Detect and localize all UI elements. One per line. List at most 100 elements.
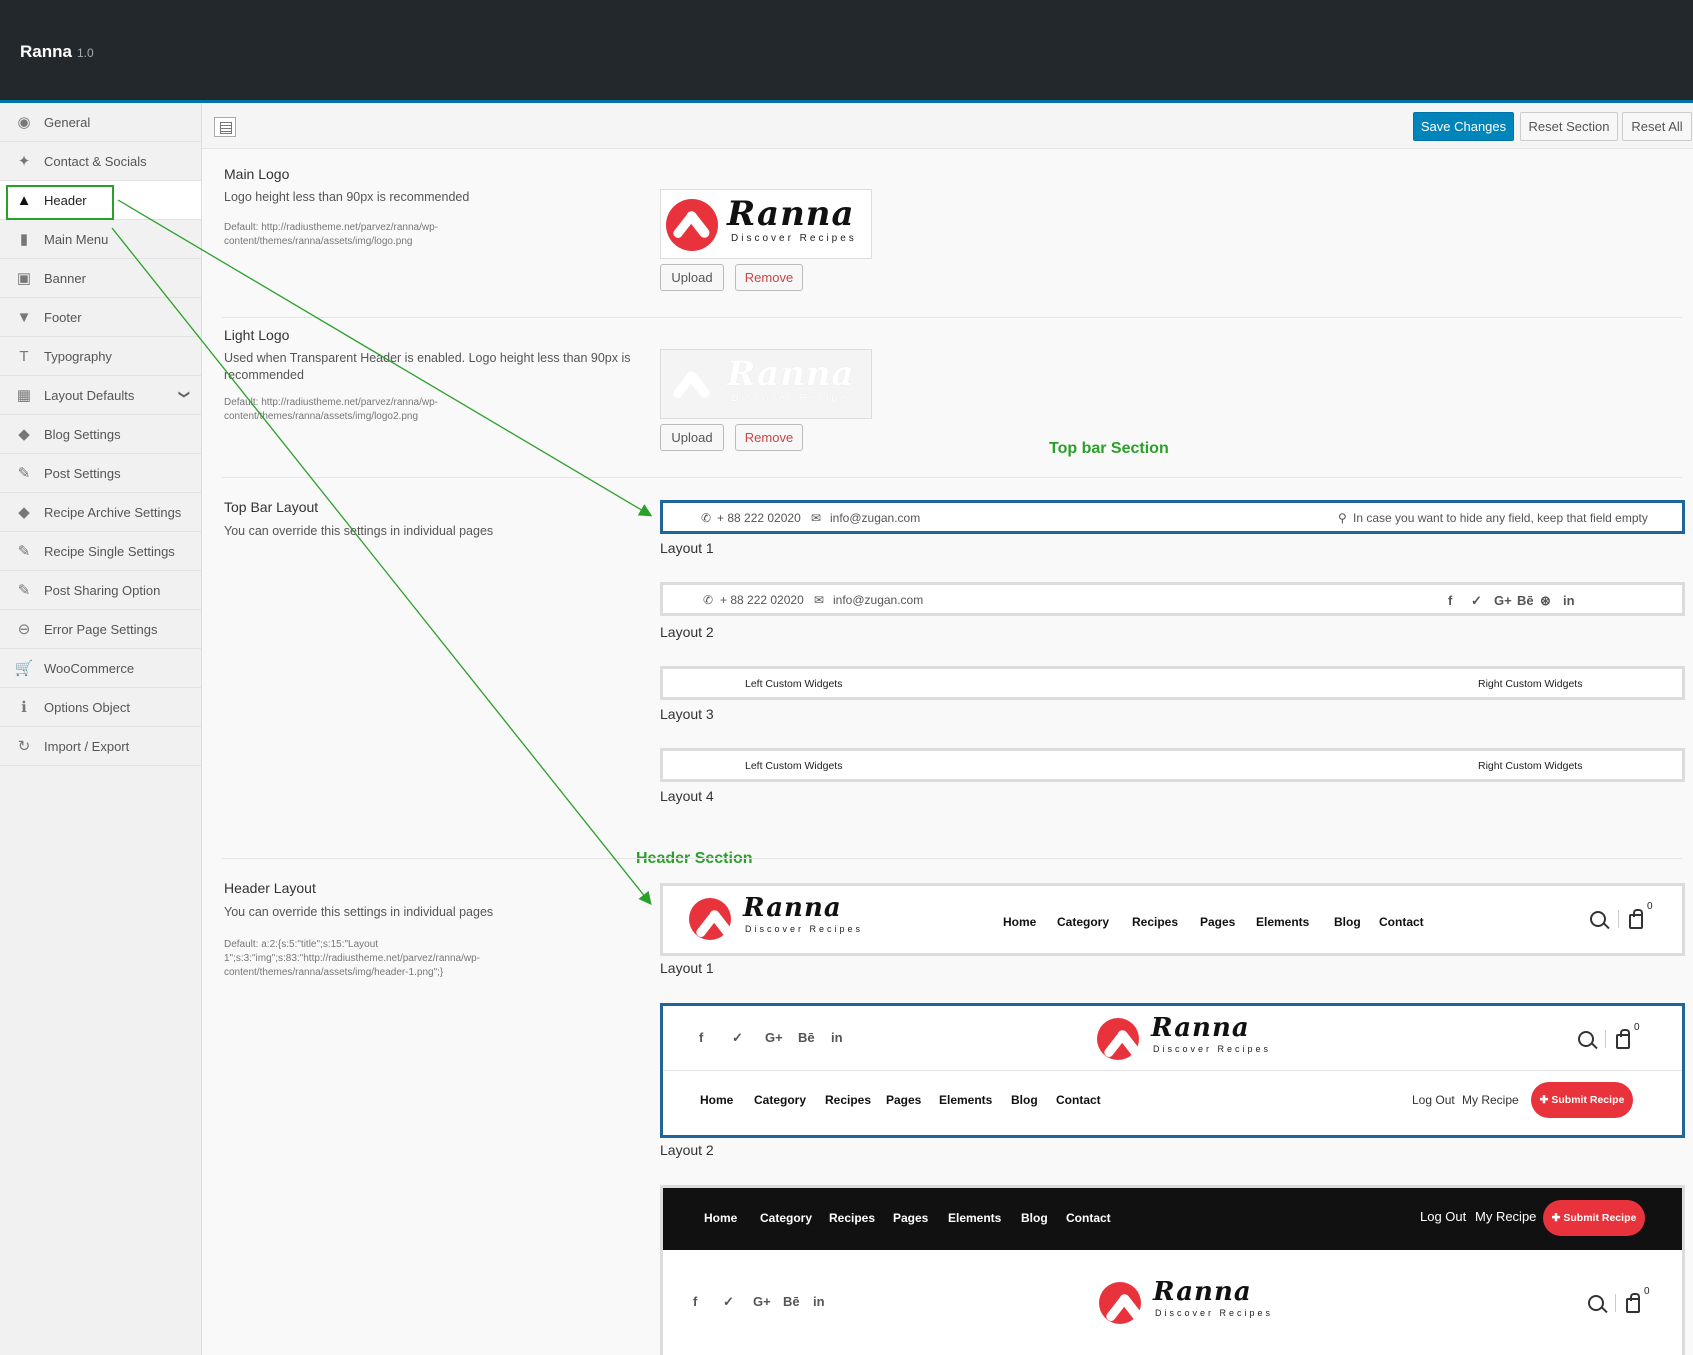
logo-mark-icon — [1097, 1018, 1139, 1060]
reset-all-button[interactable]: Reset All — [1622, 112, 1692, 141]
nav-item-home[interactable]: Home — [1003, 915, 1036, 929]
nav-item-home[interactable]: Home — [700, 1093, 733, 1107]
social-icon[interactable]: Bē — [783, 1294, 800, 1309]
save-changes-button[interactable]: Save Changes — [1413, 112, 1514, 141]
submit-recipe-button[interactable]: ✚ Submit Recipe — [1531, 1082, 1633, 1118]
nav-item-pages[interactable]: Pages — [893, 1211, 928, 1225]
sidebar-item-woocommerce[interactable]: 🛒 WooCommerce — [0, 649, 201, 688]
social-icon[interactable]: ✓ — [732, 1030, 743, 1046]
phone-icon: ✆ — [703, 593, 714, 607]
header-layout-1-option[interactable]: Ranna Discover Recipes Home Category Recip… — [660, 883, 1685, 956]
app-title: Ranna — [20, 42, 72, 61]
nav-item-recipes[interactable]: Recipes — [829, 1211, 875, 1225]
search-icon[interactable] — [1590, 911, 1606, 927]
sidebar-item-options-object[interactable]: ℹ Options Object — [0, 688, 201, 727]
nav-item-blog[interactable]: Blog — [1011, 1093, 1038, 1107]
sidebar-item-post-settings[interactable]: ✎ Post Settings — [0, 454, 201, 493]
social-icon[interactable]: Bē — [798, 1030, 815, 1045]
sidebar-item-contact-socials[interactable]: ✦ Contact & Socials — [0, 142, 201, 181]
sidebar-item-label: Post Settings — [44, 465, 121, 481]
top-bar-layout-1-option[interactable]: ✆ + 88 222 02020 ✉ info@zugan.com ⚲ In c… — [660, 500, 1685, 534]
sidebar-item-import-export[interactable]: ↻ Import / Export — [0, 727, 201, 766]
sidebar-item-recipe-single-settings[interactable]: ✎ Recipe Single Settings — [0, 532, 201, 571]
social-icon[interactable]: ⊛ — [1540, 593, 1551, 609]
main-logo-remove-button[interactable]: Remove — [735, 264, 803, 291]
cart-icon: 🛒 — [14, 660, 34, 677]
chevron-down-icon[interactable]: ❯ — [178, 390, 191, 399]
search-icon[interactable] — [1578, 1031, 1594, 1047]
nav-item-pages[interactable]: Pages — [886, 1093, 921, 1107]
submit-recipe-button[interactable]: ✚ Submit Recipe — [1543, 1200, 1645, 1236]
nav-item-elements[interactable]: Elements — [939, 1093, 992, 1107]
nav-item-category[interactable]: Category — [1057, 915, 1109, 929]
cart-icon[interactable] — [1629, 909, 1643, 929]
social-icon[interactable]: in — [831, 1030, 843, 1045]
minus-circle-icon: ⊖ — [17, 621, 31, 638]
social-icon[interactable]: f — [699, 1030, 703, 1045]
sidebar-item-recipe-archive-settings[interactable]: ◆ Recipe Archive Settings — [0, 493, 201, 532]
top-bar-layout-2-option[interactable]: ✆ + 88 222 02020 ✉ info@zugan.com f ✓ G+ Bē… — [660, 582, 1685, 616]
logo-tagline: Discover Recipes — [745, 924, 864, 934]
nav-item-contact[interactable]: Contact — [1066, 1211, 1111, 1225]
social-icon[interactable]: G+ — [765, 1030, 783, 1045]
top-bar-layout-4-label: Layout 4 — [660, 788, 714, 804]
logo-word: Ranna — [727, 194, 855, 234]
top-bar-layout-desc: You can override this settings in indivi… — [224, 524, 494, 538]
cart-icon[interactable] — [1616, 1029, 1630, 1049]
nav-item-pages[interactable]: Pages — [1200, 915, 1235, 929]
social-icon[interactable]: f — [693, 1294, 697, 1309]
expand-options-icon[interactable] — [214, 117, 236, 137]
social-icon[interactable]: in — [813, 1294, 825, 1309]
social-icon[interactable]: G+ — [1494, 593, 1512, 608]
social-icon[interactable]: in — [1563, 593, 1575, 608]
nav-item-recipes[interactable]: Recipes — [1132, 915, 1178, 929]
sidebar-item-label: Layout Defaults — [44, 387, 135, 403]
my-recipe-link[interactable]: My Recipe — [1475, 1209, 1536, 1224]
top-bar-layout-3-label: Layout 3 — [660, 706, 714, 722]
my-recipe-link[interactable]: My Recipe — [1462, 1093, 1519, 1107]
nav-item-category[interactable]: Category — [760, 1211, 812, 1225]
social-icon[interactable]: f — [1448, 593, 1452, 608]
social-icon[interactable]: G+ — [753, 1294, 771, 1309]
social-icon[interactable]: ✓ — [1471, 593, 1482, 609]
nav-item-category[interactable]: Category — [754, 1093, 806, 1107]
header-layout-2-option[interactable]: f ✓ G+ Bē in Ranna Discover Recipes 0 Home Ca… — [660, 1003, 1685, 1138]
sidebar-item-post-sharing-option[interactable]: ✎ Post Sharing Option — [0, 571, 201, 610]
nav-item-contact[interactable]: Contact — [1056, 1093, 1101, 1107]
light-logo-upload-button[interactable]: Upload — [660, 424, 724, 451]
main-logo-upload-button[interactable]: Upload — [660, 264, 724, 291]
sidebar-item-footer[interactable]: ▼ Footer — [0, 298, 201, 337]
divider — [222, 477, 1682, 478]
nav-item-blog[interactable]: Blog — [1021, 1211, 1048, 1225]
log-out-link[interactable]: Log Out — [1412, 1093, 1455, 1107]
main-logo-default: Default: http://radiustheme.net/parvez/r… — [224, 222, 439, 247]
sidebar-item-layout-defaults[interactable]: ▦ Layout Defaults ❯ — [0, 376, 201, 415]
cart-icon[interactable] — [1626, 1293, 1640, 1313]
sidebar-item-error-page-settings[interactable]: ⊖ Error Page Settings — [0, 610, 201, 649]
social-icon[interactable]: Bē — [1517, 593, 1534, 608]
nav-item-elements[interactable]: Elements — [948, 1211, 1001, 1225]
divider — [222, 317, 1682, 318]
search-icon[interactable] — [1588, 1295, 1604, 1311]
top-bar-layout-4-option[interactable]: Left Custom Widgets Right Custom Widgets — [660, 748, 1685, 782]
nav-item-home[interactable]: Home — [704, 1211, 737, 1225]
nav-item-blog[interactable]: Blog — [1334, 915, 1361, 929]
nav-item-elements[interactable]: Elements — [1256, 915, 1309, 929]
sidebar-item-typography[interactable]: T Typography — [0, 337, 201, 376]
top-bar-layout-3-option[interactable]: Left Custom Widgets Right Custom Widgets — [660, 666, 1685, 700]
image-icon: ▣ — [16, 270, 32, 287]
sidebar-item-main-menu[interactable]: ▮ Main Menu — [0, 220, 201, 259]
nav-item-recipes[interactable]: Recipes — [825, 1093, 871, 1107]
sidebar-item-blog-settings[interactable]: ◆ Blog Settings — [0, 415, 201, 454]
header-layout-3-option[interactable]: Home Category Recipes Pages Elements Blog Cont… — [660, 1185, 1685, 1355]
log-out-link[interactable]: Log Out — [1420, 1209, 1466, 1224]
sidebar-item-label: Blog Settings — [44, 426, 121, 442]
reset-section-button[interactable]: Reset Section — [1520, 112, 1618, 141]
sidebar-item-banner[interactable]: ▣ Banner — [0, 259, 201, 298]
social-icon[interactable]: ✓ — [723, 1294, 734, 1310]
nav-item-contact[interactable]: Contact — [1379, 915, 1424, 929]
right-widgets-label: Right Custom Widgets — [1478, 678, 1583, 690]
edit-icon: ✎ — [17, 465, 31, 482]
sidebar-item-general[interactable]: ◉ General — [0, 103, 201, 142]
light-logo-remove-button[interactable]: Remove — [735, 424, 803, 451]
